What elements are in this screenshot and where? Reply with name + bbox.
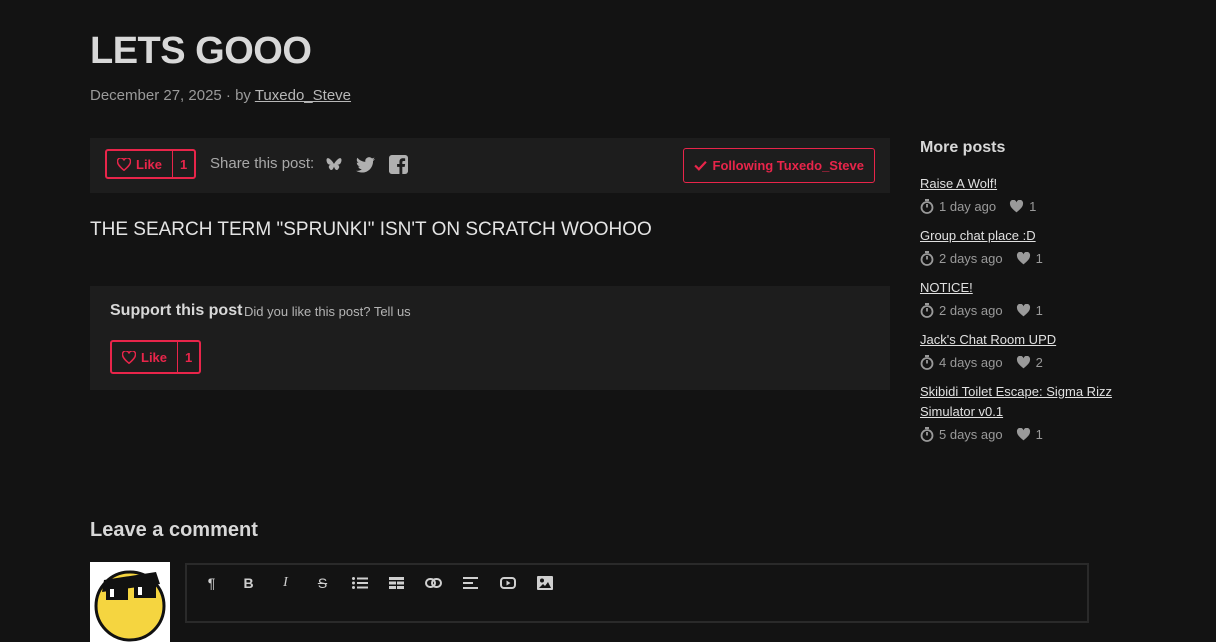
checkmark-icon (693, 160, 707, 171)
more-posts-item: Group chat place :D 2 days ago 1 (920, 226, 1130, 266)
facebook-icon[interactable] (389, 155, 408, 174)
share-icons (326, 155, 408, 174)
youtube-icon[interactable] (489, 573, 526, 593)
more-post-likes: 1 (1035, 302, 1043, 318)
stopwatch-icon (920, 198, 934, 214)
more-post-age: 2 days ago (939, 302, 1003, 318)
paragraph-icon[interactable]: ¶ (193, 573, 230, 593)
more-posts-heading: More posts (920, 139, 1006, 156)
more-post-likes: 1 (1035, 426, 1043, 442)
more-posts-item: Raise A Wolf! 1 day ago 1 (920, 174, 1130, 214)
editor-toolbar: ¶ B I S (187, 565, 1087, 593)
bullet-list-icon[interactable] (341, 573, 378, 593)
stopwatch-icon (920, 302, 934, 318)
heart-icon (1016, 251, 1030, 264)
more-post-likes: 2 (1035, 354, 1043, 370)
more-posts-item: Skibidi Toilet Escape: Sigma Rizz Simula… (920, 382, 1130, 442)
comment-editor[interactable]: ¶ B I S (185, 563, 1089, 623)
link-icon[interactable] (415, 573, 452, 593)
heart-outline-icon (122, 350, 136, 364)
heart-icon (1010, 199, 1024, 212)
more-post-link[interactable]: Skibidi Toilet Escape: Sigma Rizz Simula… (920, 382, 1130, 422)
more-post-likes: 1 (1035, 250, 1043, 266)
more-post-link[interactable]: Raise A Wolf! (920, 174, 1130, 194)
stopwatch-icon (920, 354, 934, 370)
heart-icon (1016, 303, 1030, 316)
more-posts-item: NOTICE! 2 days ago 1 (920, 278, 1130, 318)
more-post-link[interactable]: Group chat place :D (920, 226, 1130, 246)
support-subtitle: Did you like this post? Tell us (244, 304, 411, 319)
support-like-button[interactable]: Like 1 (110, 340, 202, 374)
more-post-meta: 1 day ago 1 (920, 198, 1130, 214)
stopwatch-icon (920, 426, 934, 442)
twitter-icon[interactable] (356, 156, 375, 173)
like-count: 1 (172, 151, 194, 177)
support-like-inner: Like (112, 342, 177, 372)
follow-label: Following Tuxedo_Steve (712, 158, 864, 173)
support-title: Support this post (110, 302, 243, 319)
share-label: Share this post: (210, 155, 315, 172)
more-post-meta: 2 days ago 1 (920, 302, 1130, 318)
image-icon[interactable] (526, 573, 563, 593)
more-post-link[interactable]: NOTICE! (920, 278, 1130, 298)
more-posts-item: Jack's Chat Room UPD 4 days ago 2 (920, 330, 1130, 370)
bluesky-icon[interactable] (326, 157, 342, 172)
author-link[interactable]: Tuxedo_Steve (255, 87, 351, 104)
align-icon[interactable] (452, 573, 489, 593)
more-post-age: 5 days ago (939, 426, 1003, 442)
post-date: December 27, 2025 (90, 87, 222, 104)
like-label: Like (136, 156, 163, 172)
italic-icon[interactable]: I (267, 573, 304, 593)
more-post-age: 2 days ago (939, 250, 1003, 266)
more-post-link[interactable]: Jack's Chat Room UPD (920, 330, 1130, 350)
comment-heading: Leave a comment (90, 519, 258, 541)
table-icon[interactable] (378, 573, 415, 593)
more-posts-sidebar: More posts Raise A Wolf! 1 day ago 1 Group … (920, 138, 1130, 442)
support-like-label: Like (141, 349, 168, 365)
stopwatch-icon (920, 250, 934, 266)
more-post-meta: 2 days ago 1 (920, 250, 1130, 266)
avatar (90, 562, 170, 642)
more-posts-list: Raise A Wolf! 1 day ago 1 Group chat place … (920, 174, 1130, 442)
avatar-image (90, 562, 170, 642)
post-title: LETS GOOO (90, 30, 312, 72)
more-post-age: 4 days ago (939, 354, 1003, 370)
strikethrough-icon[interactable]: S (304, 573, 341, 593)
like-button-inner: Like (107, 151, 172, 177)
post-toolbar: Like 1 Share this post: Following Tuxedo… (90, 138, 890, 193)
support-panel: Support this post Did you like this post… (90, 286, 890, 390)
more-post-meta: 5 days ago 1 (920, 426, 1130, 442)
more-post-age: 1 day ago (939, 198, 997, 214)
support-like-count: 1 (177, 342, 199, 372)
post-by: · by (221, 87, 255, 104)
follow-button[interactable]: Following Tuxedo_Steve (682, 148, 875, 183)
more-post-likes: 1 (1029, 198, 1037, 214)
post-body: THE SEARCH TERM "SPRUNKI" ISN'T ON SCRAT… (90, 219, 652, 240)
like-button[interactable]: Like 1 (105, 149, 197, 179)
heart-outline-icon (117, 157, 131, 171)
heart-icon (1016, 427, 1030, 440)
more-post-meta: 4 days ago 2 (920, 354, 1130, 370)
heart-icon (1016, 355, 1030, 368)
bold-icon[interactable]: B (230, 573, 267, 593)
post-meta: December 27, 2025 · by Tuxedo_Steve (90, 87, 351, 104)
